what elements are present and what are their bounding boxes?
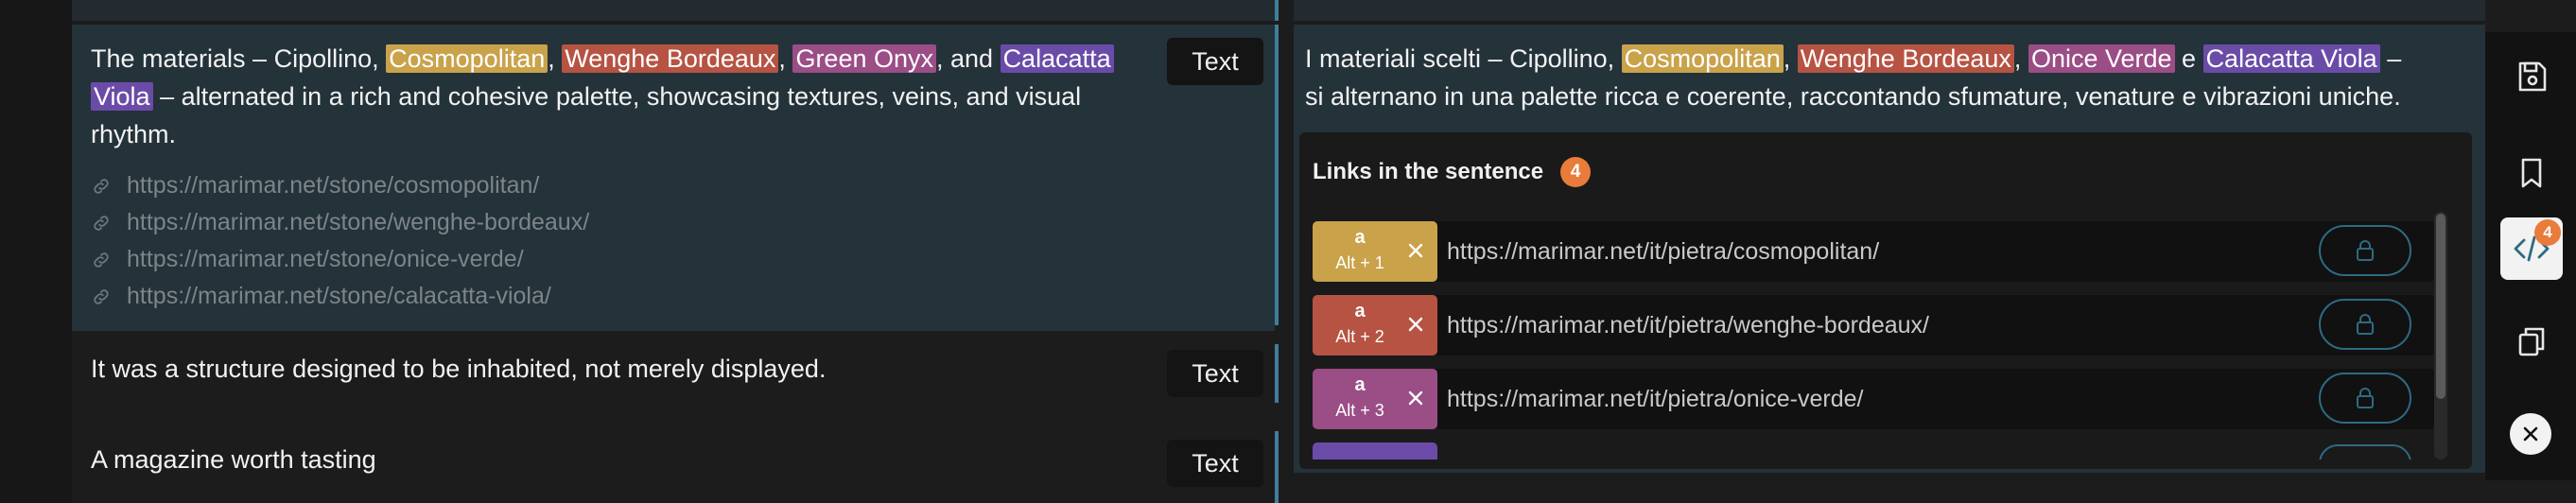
bookmark-icon xyxy=(2521,158,2542,188)
link-highlight: Calacatta Viola xyxy=(2202,44,2380,73)
source-sentence: A magazine worth tasting xyxy=(91,445,376,474)
target-link-url[interactable]: https://marimar.net/it/pietra/cosmopolit… xyxy=(1447,221,1879,282)
segment-divider xyxy=(1275,25,1279,325)
source-link[interactable]: https://marimar.net/stone/cosmopolitan/ xyxy=(91,167,589,204)
link-highlight: Cosmopolitan xyxy=(1621,44,1784,73)
close-button[interactable] xyxy=(2510,413,2551,455)
links-scrollbar-thumb[interactable] xyxy=(2436,214,2445,399)
segment-type-tag[interactable]: Text xyxy=(1167,350,1263,397)
segment-divider xyxy=(1275,431,1279,503)
link-highlight: Cosmopolitan xyxy=(386,44,548,73)
previous-segment-target xyxy=(1294,0,2485,21)
close-icon xyxy=(2523,426,2538,442)
link-tag-chip[interactable]: a Alt + 3 xyxy=(1313,369,1437,429)
source-links-list: https://marimar.net/stone/cosmopolitan/ … xyxy=(91,167,589,315)
link-tag-chip[interactable] xyxy=(1313,442,1437,460)
remove-link-icon[interactable] xyxy=(1401,236,1430,265)
segment-type-tag[interactable]: Text xyxy=(1167,440,1263,487)
source-sentence: The materials – Cipollino, Cosmopolitan,… xyxy=(91,40,1150,153)
link-icon xyxy=(94,252,109,268)
segment-type-tag[interactable]: Text xyxy=(1167,38,1263,85)
remove-link-icon[interactable] xyxy=(1401,310,1430,338)
link-icon xyxy=(94,178,109,194)
link-tag-chip[interactable]: a Alt + 1 xyxy=(1313,221,1437,282)
links-count-badge: 4 xyxy=(1560,157,1591,187)
lock-link-button[interactable] xyxy=(2319,299,2411,350)
previous-segment-source xyxy=(72,0,1275,21)
link-row: a Alt + 2 https://marimar.net/it/pietra/… xyxy=(1313,295,2434,356)
links-panel-title: Links in the sentence xyxy=(1313,159,1544,184)
link-highlight: Calacatta xyxy=(1000,44,1114,73)
source-link[interactable]: https://marimar.net/stone/calacatta-viol… xyxy=(91,278,589,315)
bookmark-button[interactable] xyxy=(2500,142,2563,204)
source-sentence: It was a structure designed to be inhabi… xyxy=(91,355,827,383)
remove-link-icon[interactable] xyxy=(1401,384,1430,412)
link-icon xyxy=(94,288,109,304)
link-tag-chip[interactable]: a Alt + 2 xyxy=(1313,295,1437,356)
link-highlight: Onice Verde xyxy=(2028,44,2175,73)
lock-icon xyxy=(2357,314,2374,335)
link-highlight: Wenghe Bordeaux xyxy=(1797,44,2014,73)
code-count-badge: 4 xyxy=(2534,219,2561,246)
target-link-url[interactable]: https://marimar.net/it/pietra/wenghe-bor… xyxy=(1447,295,1929,356)
segment-divider xyxy=(1275,344,1279,403)
lock-icon xyxy=(2357,240,2374,261)
lock-link-button[interactable] xyxy=(2319,225,2411,276)
save-icon xyxy=(2518,61,2547,92)
source-link[interactable]: https://marimar.net/stone/onice-verde/ xyxy=(91,241,589,278)
link-highlight: Wenghe Bordeaux xyxy=(562,44,779,73)
lock-link-button[interactable] xyxy=(2319,373,2411,424)
link-highlight: Viola xyxy=(91,82,153,111)
link-row: a Alt + 1 https://marimar.net/it/pietra/… xyxy=(1313,221,2434,282)
link-row: a Alt + 3 https://marimar.net/it/pietra/… xyxy=(1313,369,2434,429)
save-button[interactable] xyxy=(2500,45,2563,108)
left-gutter xyxy=(0,0,72,503)
source-link[interactable]: https://marimar.net/stone/wenghe-bordeau… xyxy=(91,204,589,241)
target-link-url[interactable]: https://marimar.net/it/pietra/onice-verd… xyxy=(1447,369,1863,429)
link-highlight: Green Onyx xyxy=(792,44,936,73)
link-row-partial xyxy=(1313,442,2434,460)
segment-divider xyxy=(1275,0,1279,21)
link-icon xyxy=(94,215,109,231)
lock-link-button[interactable] xyxy=(2319,444,2411,460)
copy-button[interactable] xyxy=(2500,310,2563,373)
target-sentence[interactable]: I materiali scelti – Cipollino, Cosmopol… xyxy=(1305,40,2468,115)
copy-icon xyxy=(2518,327,2545,356)
lock-icon xyxy=(2357,388,2374,408)
